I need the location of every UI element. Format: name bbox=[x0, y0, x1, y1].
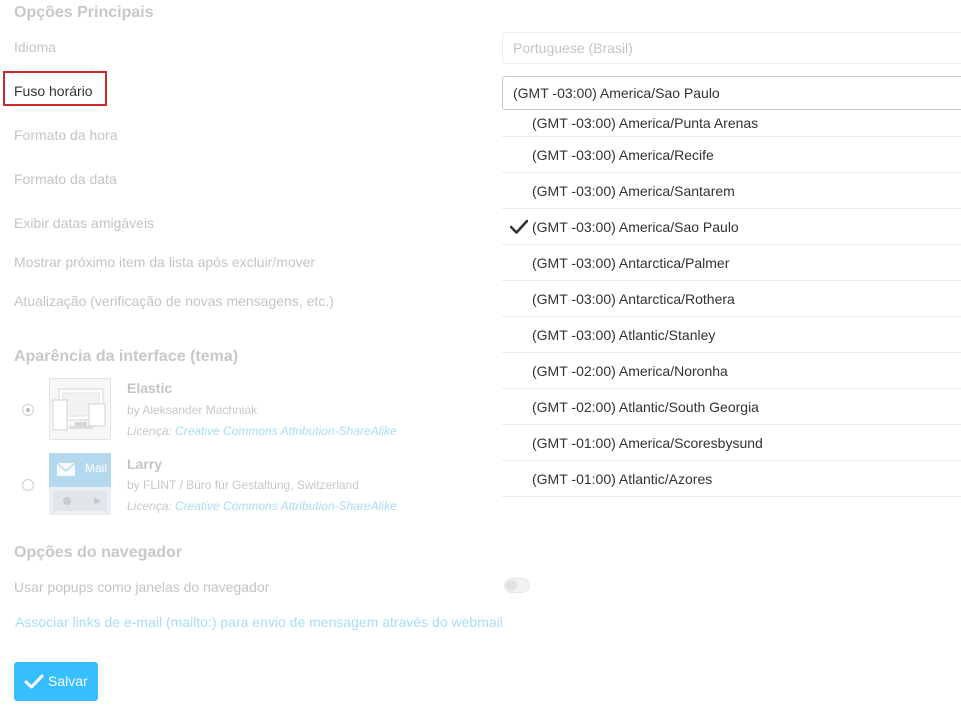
timezone-option[interactable]: (GMT -03:00) America/Sao Paulo bbox=[502, 209, 961, 245]
timezone-option[interactable]: (GMT -02:00) America/Noronha bbox=[502, 353, 961, 389]
timezone-option[interactable]: (GMT -03:00) Antarctica/Rothera bbox=[502, 281, 961, 317]
theme-license-larry: Licença: Creative Commons Attribution-Sh… bbox=[127, 499, 397, 513]
timezone-option-label: (GMT -01:00) America/Scoresbysund bbox=[532, 435, 763, 451]
language-select[interactable]: Portuguese (Brasil) bbox=[502, 32, 961, 64]
mailto-register-link[interactable]: Associar links de e-mail (mailto:) para … bbox=[15, 614, 503, 630]
timezone-select[interactable]: (GMT -03:00) America/Sao Paulo bbox=[502, 76, 961, 110]
timezone-label: Fuso horário bbox=[14, 83, 93, 99]
timezone-option-label: (GMT -03:00) America/Recife bbox=[532, 147, 714, 163]
timezone-option[interactable]: (GMT -03:00) Atlantic/Stanley bbox=[502, 317, 961, 353]
timezone-option[interactable]: (GMT -03:00) America/Recife bbox=[502, 137, 961, 173]
larry-thumb-mail-text: Mail bbox=[85, 461, 108, 475]
timezone-option[interactable]: (GMT -01:00) America/Scoresbysund bbox=[502, 425, 961, 461]
timezone-option-label: (GMT -03:00) Antarctica/Palmer bbox=[532, 255, 730, 271]
save-button-label: Salvar bbox=[48, 673, 88, 689]
timezone-option[interactable]: (GMT -01:00) Atlantic/Azores bbox=[502, 461, 961, 497]
timezone-option-label: (GMT -03:00) America/Sao Paulo bbox=[532, 219, 739, 235]
theme-radio-elastic[interactable] bbox=[22, 404, 34, 416]
timezone-option-label: (GMT -02:00) Atlantic/South Georgia bbox=[532, 399, 759, 415]
timezone-option[interactable]: (GMT -03:00) America/Santarem bbox=[502, 173, 961, 209]
timezone-option[interactable]: (GMT -03:00) Antarctica/Palmer bbox=[502, 245, 961, 281]
timezone-option-label: (GMT -03:00) America/Punta Arenas bbox=[532, 115, 759, 131]
save-button[interactable]: Salvar bbox=[14, 662, 98, 701]
timezone-option-label: (GMT -01:00) Atlantic/Azores bbox=[532, 471, 713, 487]
date-format-label: Formato da data bbox=[14, 171, 117, 187]
theme-radio-larry[interactable] bbox=[22, 479, 34, 491]
timezone-option-label: (GMT -03:00) Atlantic/Stanley bbox=[532, 327, 716, 343]
section-title-main-options: Opções Principais bbox=[14, 4, 154, 21]
timezone-option-label: (GMT -03:00) Antarctica/Rothera bbox=[532, 291, 735, 307]
license-prefix: Licença: bbox=[127, 499, 176, 513]
license-prefix: Licença: bbox=[127, 424, 176, 438]
larry-theme-thumbnail: Mail bbox=[49, 453, 111, 515]
timezone-option-label: (GMT -02:00) America/Noronha bbox=[532, 363, 728, 379]
selected-check-icon bbox=[510, 219, 528, 234]
timezone-option[interactable]: (GMT -03:00) America/Punta Arenas bbox=[502, 110, 961, 137]
theme-author-larry: by FLINT / Büro für Gestaltung, Switzerl… bbox=[127, 478, 359, 492]
timezone-dropdown-list[interactable]: (GMT -03:00) America/Punta Arenas (GMT -0… bbox=[502, 110, 961, 515]
section-title-browser-options: Opções do navegador bbox=[14, 544, 183, 561]
popups-label: Usar popups como janelas do navegador bbox=[14, 579, 270, 595]
theme-license-elastic: Licença: Creative Commons Attribution-Sh… bbox=[127, 424, 397, 438]
checkmark-icon bbox=[24, 674, 44, 689]
timezone-option-label: (GMT -03:00) America/Santarem bbox=[532, 183, 735, 199]
elastic-theme-thumbnail bbox=[49, 378, 111, 440]
license-link-elastic[interactable]: Creative Commons Attribution-ShareAlike bbox=[175, 424, 397, 438]
language-label: Idioma bbox=[14, 39, 57, 55]
theme-name-larry: Larry bbox=[127, 456, 163, 472]
time-format-label: Formato da hora bbox=[14, 127, 118, 143]
refresh-label: Atualização (verificação de novas mensag… bbox=[14, 293, 334, 309]
show-next-label: Mostrar próximo item da lista após exclu… bbox=[14, 254, 316, 270]
theme-name-elastic: Elastic bbox=[127, 380, 173, 396]
timezone-option[interactable]: (GMT -02:00) Atlantic/South Georgia bbox=[502, 389, 961, 425]
popups-toggle[interactable] bbox=[504, 578, 530, 593]
license-link-larry[interactable]: Creative Commons Attribution-ShareAlike bbox=[175, 499, 397, 513]
friendly-dates-label: Exibir datas amigáveis bbox=[14, 215, 155, 231]
section-title-interface-appearance: Aparência da interface (tema) bbox=[14, 348, 239, 365]
theme-author-elastic: by Aleksander Machniak bbox=[127, 403, 258, 417]
